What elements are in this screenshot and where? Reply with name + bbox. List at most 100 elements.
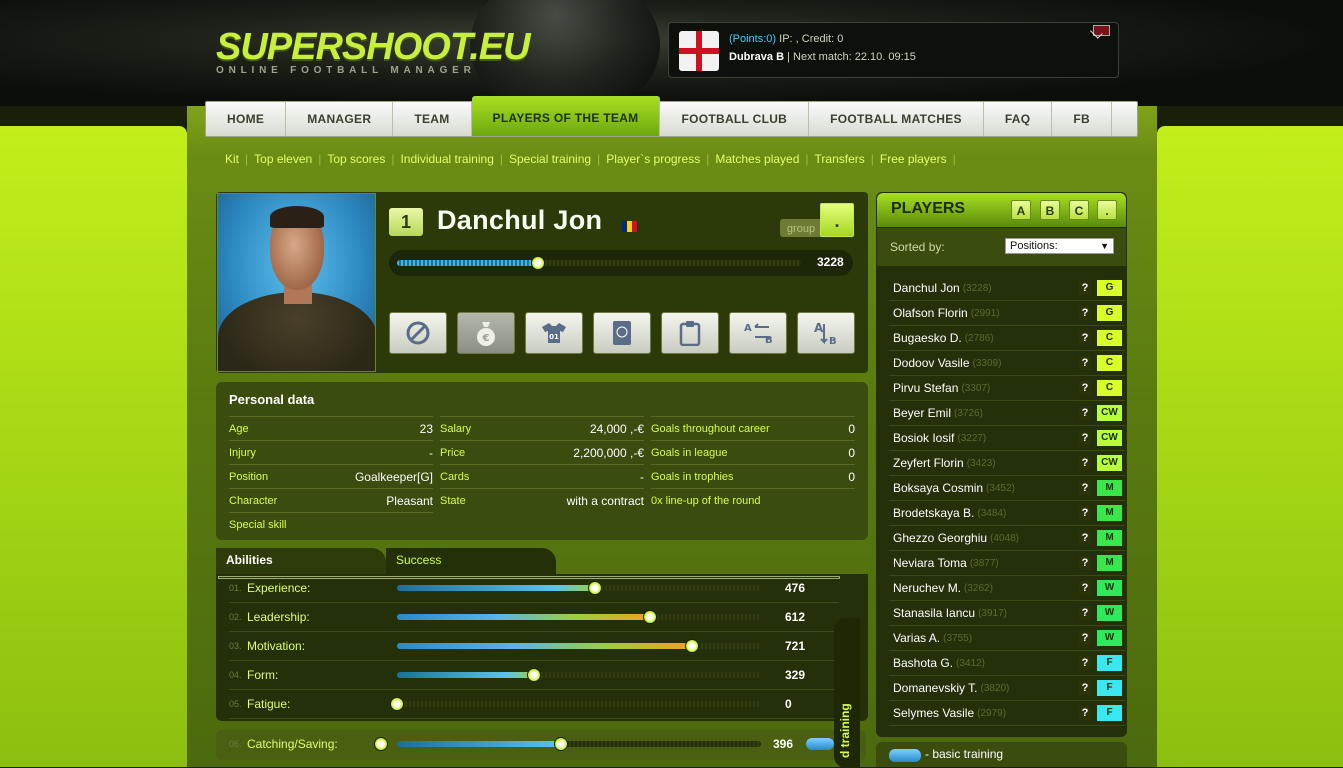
rating-bar: [389, 250, 853, 276]
player-list-name[interactable]: Bugaesko D.: [893, 331, 962, 345]
player-list-name[interactable]: Domanevskiy T.: [893, 681, 977, 695]
player-list-name[interactable]: Ghezzo Georghiu: [893, 531, 987, 545]
subnav-free-players[interactable]: Free players: [880, 152, 947, 166]
player-list-item[interactable]: Brodetskaya B. (3484)? M: [889, 501, 1125, 526]
ban-icon[interactable]: [389, 312, 447, 354]
help-icon[interactable]: ?: [1079, 556, 1091, 570]
player-position-badge: C: [1097, 380, 1122, 396]
sort-select[interactable]: Positions:: [1005, 238, 1114, 254]
help-icon[interactable]: ?: [1079, 581, 1091, 595]
help-icon[interactable]: ?: [1079, 431, 1091, 445]
nav-players-of-team[interactable]: PLAYERS OF THE TEAM: [471, 96, 661, 136]
points-link[interactable]: (Points:0): [729, 33, 776, 45]
tab-success[interactable]: Success: [386, 548, 556, 576]
personal-value: 2,200,000 ,-€: [573, 445, 644, 460]
player-list-name[interactable]: Bashota G.: [893, 656, 953, 670]
nav-team[interactable]: TEAM: [393, 102, 472, 136]
player-list-name[interactable]: Brodetskaya B.: [893, 506, 974, 520]
help-icon[interactable]: ?: [1079, 681, 1091, 695]
player-list-item[interactable]: Neviara Toma (3877)? M: [889, 551, 1125, 576]
player-list-name[interactable]: Varias A.: [893, 631, 940, 645]
subnav-transfers[interactable]: Transfers: [815, 152, 865, 166]
help-icon[interactable]: ?: [1079, 706, 1091, 720]
jersey-icon[interactable]: 01: [525, 312, 583, 354]
player-list-name[interactable]: Beyer Emil: [893, 406, 951, 420]
passport-icon[interactable]: [593, 312, 651, 354]
player-list-item[interactable]: Olafson Florin (2991)? G: [889, 301, 1125, 326]
player-list-item[interactable]: Neruchev M. (3262)? W: [889, 576, 1125, 601]
group-value-button[interactable]: .: [820, 203, 854, 237]
side-training-tab[interactable]: d training: [834, 618, 860, 768]
personal-value: Pleasant: [386, 493, 433, 508]
mail-icon[interactable]: [1093, 25, 1110, 36]
player-list-item[interactable]: Bashota G. (3412)? F: [889, 651, 1125, 676]
subnav-separator: |: [318, 152, 322, 166]
subnav-special-training[interactable]: Special training: [509, 152, 591, 166]
subnav-top-eleven[interactable]: Top eleven: [254, 152, 312, 166]
nav-football-matches[interactable]: FOOTBALL MATCHES: [809, 102, 984, 136]
group-a-button[interactable]: A: [1011, 200, 1031, 220]
team-name[interactable]: Dubrava B: [729, 51, 784, 63]
nav-faq[interactable]: FAQ: [984, 102, 1053, 136]
nav-football-club[interactable]: FOOTBALL CLUB: [660, 102, 810, 136]
player-list-name[interactable]: Olafson Florin: [893, 306, 968, 320]
help-icon[interactable]: ?: [1079, 481, 1091, 495]
tab-abilities[interactable]: Abilities: [216, 548, 386, 576]
player-list-item[interactable]: Stanasila Iancu (3917)? W: [889, 601, 1125, 626]
player-list-name[interactable]: Bosiok Iosif: [893, 431, 954, 445]
player-list-item[interactable]: Danchul Jon (3228)? G: [889, 276, 1125, 301]
subnav-kit[interactable]: Kit: [225, 152, 239, 166]
nav-manager[interactable]: MANAGER: [286, 102, 394, 136]
svg-text:B: B: [765, 335, 773, 345]
player-list-name[interactable]: Pirvu Stefan: [893, 381, 958, 395]
player-list-item[interactable]: Pirvu Stefan (3307)? C: [889, 376, 1125, 401]
group-b-button[interactable]: B: [1040, 200, 1060, 220]
player-list-name[interactable]: Selymes Vasile: [893, 706, 974, 720]
subnav-player-s-progress[interactable]: Player`s progress: [606, 152, 700, 166]
player-list-item[interactable]: Bosiok Iosif (3227)? CW: [889, 426, 1125, 451]
sort-ab-icon[interactable]: AB: [797, 312, 855, 354]
swap-ab-icon[interactable]: AB: [729, 312, 787, 354]
subnav-top-scores[interactable]: Top scores: [327, 152, 385, 166]
player-list-item[interactable]: Domanevskiy T. (3820)? F: [889, 676, 1125, 701]
subnav-individual-training[interactable]: Individual training: [400, 152, 493, 166]
help-icon[interactable]: ?: [1079, 456, 1091, 470]
help-icon[interactable]: ?: [1079, 381, 1091, 395]
player-list-item[interactable]: Boksaya Cosmin (3452)? M: [889, 476, 1125, 501]
ability-number: 02.: [229, 612, 242, 622]
player-list-name[interactable]: Stanasila Iancu: [893, 606, 975, 620]
basic-training-toggle-icon[interactable]: [806, 738, 834, 750]
help-icon[interactable]: ?: [1079, 656, 1091, 670]
player-list-item[interactable]: Zeyfert Florin (3423)? CW: [889, 451, 1125, 476]
help-icon[interactable]: ?: [1079, 281, 1091, 295]
player-list-item[interactable]: Dodoov Vasile (3309)? C: [889, 351, 1125, 376]
subnav-separator: |: [805, 152, 809, 166]
player-list-name[interactable]: Boksaya Cosmin: [893, 481, 983, 495]
player-list-name[interactable]: Neviara Toma: [893, 556, 967, 570]
group-dot-button[interactable]: .: [1097, 200, 1117, 220]
nav-home[interactable]: HOME: [206, 102, 287, 136]
site-logo[interactable]: SUPERSHOOT.EU: [216, 26, 531, 69]
subnav-matches-played[interactable]: Matches played: [715, 152, 799, 166]
player-position-badge: C: [1097, 330, 1122, 346]
group-c-button[interactable]: C: [1069, 200, 1089, 220]
player-list-item[interactable]: Varias A. (3755)? W: [889, 626, 1125, 651]
help-icon[interactable]: ?: [1079, 306, 1091, 320]
help-icon[interactable]: ?: [1079, 331, 1091, 345]
player-list-item[interactable]: Beyer Emil (3726)? CW: [889, 401, 1125, 426]
player-list-name[interactable]: Dodoov Vasile: [893, 356, 970, 370]
help-icon[interactable]: ?: [1079, 631, 1091, 645]
player-list-name[interactable]: Zeyfert Florin: [893, 456, 964, 470]
help-icon[interactable]: ?: [1079, 606, 1091, 620]
clipboard-icon[interactable]: [661, 312, 719, 354]
help-icon[interactable]: ?: [1079, 406, 1091, 420]
player-list-item[interactable]: Bugaesko D. (2786)? C: [889, 326, 1125, 351]
help-icon[interactable]: ?: [1079, 506, 1091, 520]
player-list-name[interactable]: Neruchev M.: [893, 581, 961, 595]
nav-fb[interactable]: FB: [1052, 102, 1113, 136]
player-list-item[interactable]: Selymes Vasile (2979)? F: [889, 701, 1125, 726]
help-icon[interactable]: ?: [1079, 356, 1091, 370]
player-list-item[interactable]: Ghezzo Georghiu (4048)? M: [889, 526, 1125, 551]
player-list-name[interactable]: Danchul Jon: [893, 281, 960, 295]
help-icon[interactable]: ?: [1079, 531, 1091, 545]
